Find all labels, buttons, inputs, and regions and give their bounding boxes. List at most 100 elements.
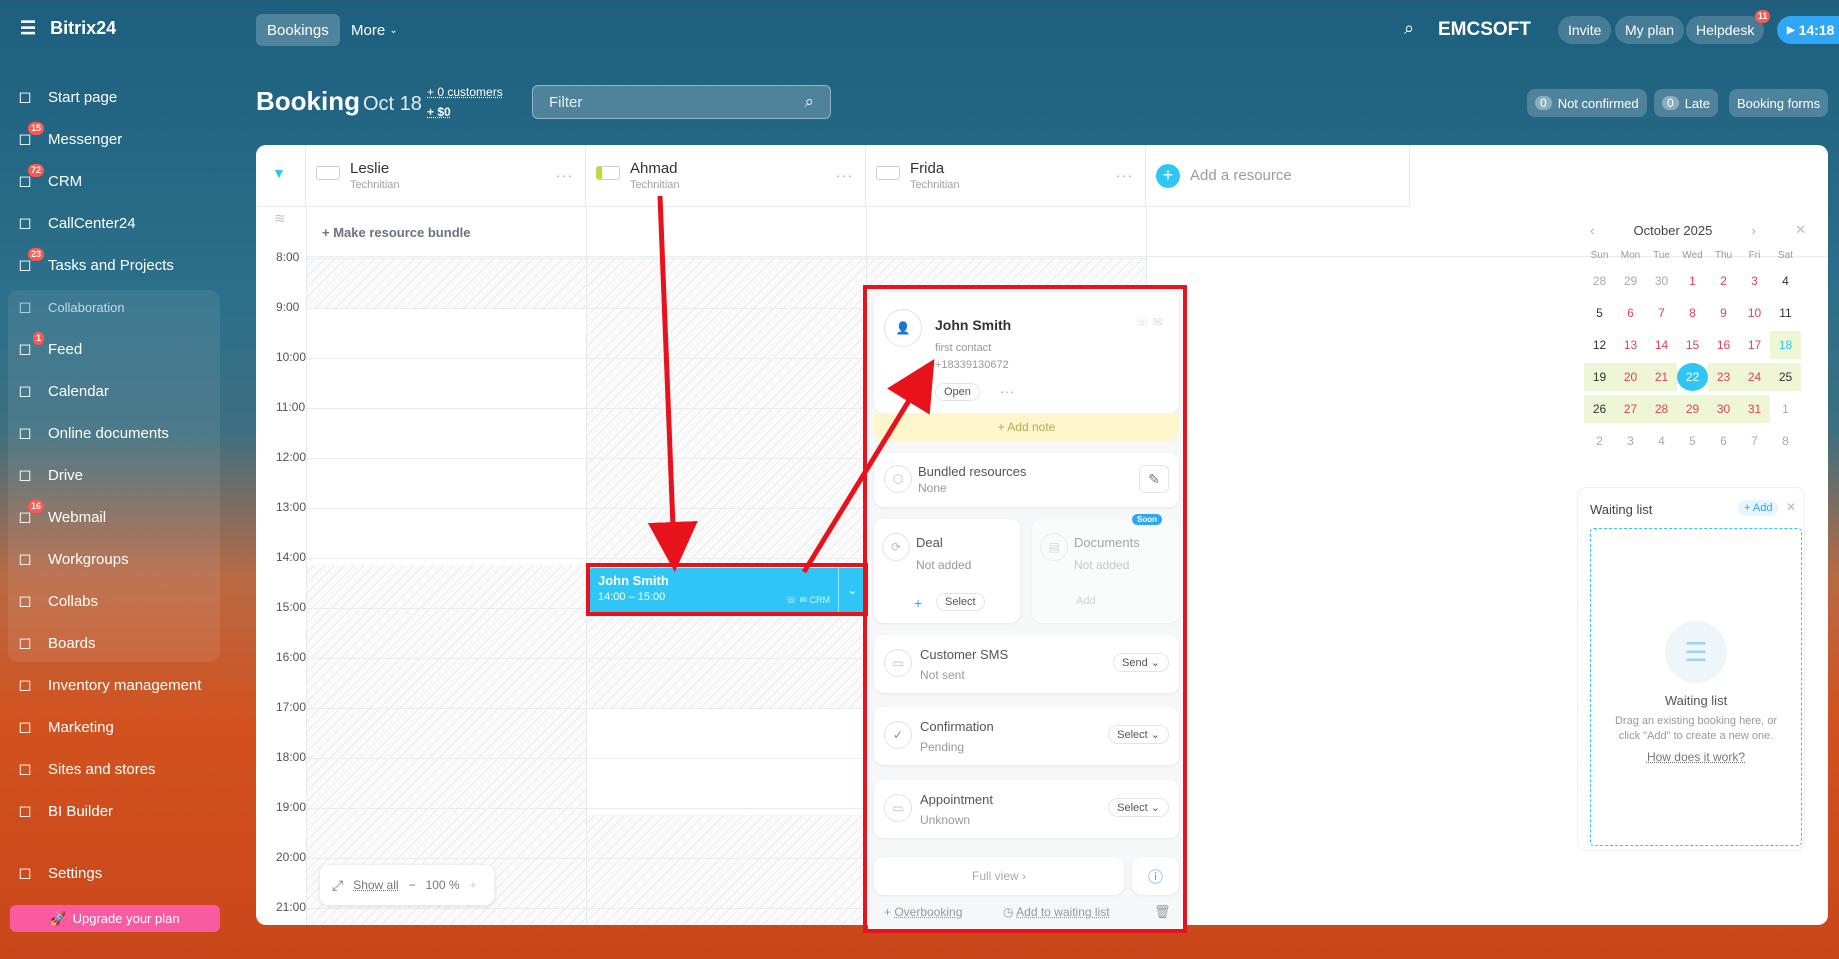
filter-funnel-icon[interactable]: ▼ — [256, 145, 306, 207]
sidebar-item-sites-and-stores[interactable]: ◻ Sites and stores — [14, 751, 220, 787]
next-month-icon[interactable]: › — [1752, 223, 1756, 238]
sidebar-item-collaboration[interactable]: ◻ Collaboration — [14, 289, 220, 325]
filter-input[interactable]: Filter ⌕ — [532, 85, 831, 119]
calendar-day[interactable]: 5 — [1677, 427, 1708, 455]
calendar-day[interactable]: 29 — [1615, 267, 1646, 295]
client-name[interactable]: John Smith — [935, 317, 1011, 333]
sidebar-item-tasks-and-projects[interactable]: ◻ 23 Tasks and Projects — [14, 247, 220, 283]
company-name[interactable]: EMCSOFT — [1438, 19, 1531, 41]
calendar-day[interactable]: 30 — [1708, 395, 1739, 423]
calendar-day[interactable]: 1 — [1770, 395, 1801, 423]
late-filter[interactable]: 0 Late — [1654, 89, 1718, 117]
sms-send-button[interactable]: Send ⌄ — [1113, 653, 1169, 672]
calendar-day[interactable]: 1 — [1677, 267, 1708, 295]
overbooking-link[interactable]: + Overbooking — [884, 905, 962, 919]
more-dots-icon[interactable]: ··· — [1116, 167, 1133, 183]
sidebar-item-crm[interactable]: ◻ 72 CRM — [14, 163, 220, 199]
calendar-day[interactable]: 17 — [1739, 331, 1770, 359]
tab-more[interactable]: More ⌄ — [340, 14, 409, 46]
calendar-day[interactable]: 3 — [1739, 267, 1770, 295]
add-resource-button[interactable]: + Add a resource — [1146, 145, 1410, 207]
resource-header-leslie[interactable]: Leslie Technitian ··· — [306, 145, 586, 207]
show-all-button[interactable]: Show all — [353, 878, 398, 892]
calendar-day[interactable]: 6 — [1708, 427, 1739, 455]
more-dots-icon[interactable]: ··· — [556, 167, 573, 183]
waiting-add-button[interactable]: + Add — [1738, 500, 1778, 516]
sidebar-item-messenger[interactable]: ◻ 15 Messenger — [14, 121, 220, 157]
sidebar-item-workgroups[interactable]: ◻ Workgroups — [14, 541, 220, 577]
prev-month-icon[interactable]: ‹ — [1590, 223, 1594, 238]
sidebar-item-webmail[interactable]: ◻ 16 Webmail — [14, 499, 220, 535]
client-phone[interactable]: +18339130672 — [935, 359, 1009, 371]
calendar-day[interactable]: 22 — [1677, 363, 1708, 391]
open-button[interactable]: Open — [935, 383, 980, 401]
calendar-day[interactable]: 11 — [1770, 299, 1801, 327]
calendar-day[interactable]: 23 — [1708, 363, 1739, 391]
sidebar-item-online-documents[interactable]: ◻ Online documents — [14, 415, 220, 451]
waiting-dropzone[interactable]: ☰ Waiting list Drag an existing booking … — [1590, 528, 1802, 846]
sidebar-item-boards[interactable]: ◻ Boards — [14, 625, 220, 661]
sidebar-item-calendar[interactable]: ◻ Calendar — [14, 373, 220, 409]
my-plan-button[interactable]: My plan — [1615, 16, 1684, 44]
plus-icon[interactable]: + — [914, 595, 922, 611]
sidebar-item-start-page[interactable]: ◻ Start page — [14, 79, 220, 115]
sidebar-item-feed[interactable]: ◻ 1 Feed — [14, 331, 220, 367]
calendar-day[interactable]: 6 — [1615, 299, 1646, 327]
sidebar-item-settings[interactable]: ◻ Settings — [14, 855, 220, 891]
chevron-down-icon[interactable]: ⌄ — [838, 568, 866, 612]
sidebar-item-inventory-management[interactable]: ◻ Inventory management — [14, 667, 220, 703]
not-confirmed-filter[interactable]: 0 Not confirmed — [1527, 89, 1647, 117]
calendar-day[interactable]: 2 — [1584, 427, 1615, 455]
calendar-day[interactable]: 28 — [1646, 395, 1677, 423]
calendar-day[interactable]: 25 — [1770, 363, 1801, 391]
calendar-day[interactable]: 7 — [1739, 427, 1770, 455]
calendar-day[interactable]: 4 — [1770, 267, 1801, 295]
sidebar-item-callcenter24[interactable]: ◻ CallCenter24 — [14, 205, 220, 241]
calendar-day[interactable]: 8 — [1677, 299, 1708, 327]
edit-pencil-icon[interactable]: ✎ — [1139, 465, 1169, 493]
calendar-day[interactable]: 30 — [1646, 267, 1677, 295]
sidebar-item-drive[interactable]: ◻ Drive — [14, 457, 220, 493]
calendar-day[interactable]: 13 — [1615, 331, 1646, 359]
expand-icon[interactable]: ⤢ — [332, 877, 343, 894]
trash-icon[interactable]: 🗑 — [1154, 904, 1171, 920]
calendar-day[interactable]: 27 — [1615, 395, 1646, 423]
full-view-button[interactable]: Full view › — [874, 857, 1124, 895]
app-logo[interactable]: ☰ Bitrix24 — [20, 18, 116, 39]
info-icon[interactable]: ⓘ — [1132, 857, 1179, 895]
calendar-day[interactable]: 9 — [1708, 299, 1739, 327]
search-icon[interactable]: ⌕ — [1404, 18, 1414, 39]
calendar-day[interactable]: 5 — [1584, 299, 1615, 327]
calendar-day[interactable]: 31 — [1739, 395, 1770, 423]
calendar-day[interactable]: 10 — [1739, 299, 1770, 327]
zoom-out-button[interactable]: − — [409, 878, 416, 892]
search-icon[interactable]: ⌕ — [804, 92, 814, 112]
phone-icon[interactable]: ☏ ✉ — [1135, 315, 1163, 329]
timer-button[interactable]: ▶ 14:18 — [1777, 16, 1839, 44]
sidebar-item-collabs[interactable]: ◻ Collabs — [14, 583, 220, 619]
calendar-day[interactable]: 28 — [1584, 267, 1615, 295]
calendar-day[interactable]: 2 — [1708, 267, 1739, 295]
calendar-day[interactable]: 7 — [1646, 299, 1677, 327]
collapse-icon[interactable]: ✕ — [1786, 500, 1796, 514]
deal-select-button[interactable]: Select — [936, 593, 985, 611]
calendar-day[interactable]: 20 — [1615, 363, 1646, 391]
more-dots-icon[interactable]: ··· — [1000, 383, 1014, 399]
calendar-day[interactable]: 8 — [1770, 427, 1801, 455]
booking-stats[interactable]: + 0 customers + $0 — [427, 82, 503, 122]
hamburger-icon[interactable]: ☰ — [20, 18, 36, 39]
calendar-day[interactable]: 21 — [1646, 363, 1677, 391]
upgrade-button[interactable]: 🚀 Upgrade your plan — [10, 905, 220, 932]
calendar-day[interactable]: 19 — [1584, 363, 1615, 391]
zoom-in-button[interactable]: + — [470, 878, 477, 892]
calendar-day[interactable]: 3 — [1615, 427, 1646, 455]
booking-forms-button[interactable]: Booking forms — [1729, 89, 1828, 117]
close-icon[interactable]: ✕ — [1795, 222, 1806, 238]
add-note-button[interactable]: + Add note — [874, 413, 1179, 441]
calendar-day[interactable]: 15 — [1677, 331, 1708, 359]
tab-bookings[interactable]: Bookings — [256, 14, 340, 46]
calendar-day[interactable]: 12 — [1584, 331, 1615, 359]
calendar-day[interactable]: 4 — [1646, 427, 1677, 455]
resource-header-frida[interactable]: Frida Technitian ··· — [866, 145, 1146, 207]
invite-button[interactable]: Invite — [1558, 16, 1611, 44]
